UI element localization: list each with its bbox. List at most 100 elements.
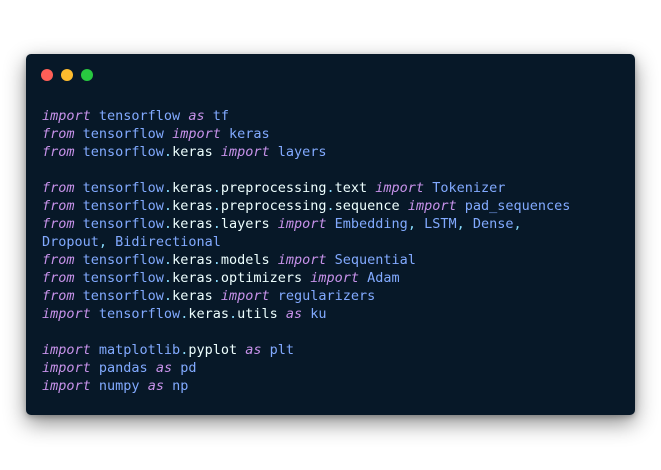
code-token-attribute: utils (237, 306, 286, 322)
code-token-keyword: import (310, 270, 360, 286)
code-token-module: np (163, 378, 189, 394)
code-token-module: Tokenizer (424, 180, 506, 196)
code-token-punctuation: . (163, 198, 173, 214)
code-token-punctuation: . (212, 216, 221, 232)
code-token-punctuation: . (163, 180, 173, 196)
code-token-keyword: from (42, 198, 75, 214)
code-token-keyword: from (42, 270, 75, 286)
code-line: import tensorflow.keras.utils as ku (42, 305, 570, 323)
code-token-module: tf (204, 108, 229, 124)
code-line: from tensorflow.keras.layers import Embe… (42, 215, 570, 233)
code-token-module: tensorflow (74, 252, 164, 268)
code-token-module: tensorflow (74, 270, 164, 286)
code-token-attribute: models (220, 252, 278, 268)
code-token-module: tensorflow (90, 108, 189, 124)
code-token-punctuation: . (163, 252, 173, 268)
code-token-keyword: as (245, 342, 262, 358)
code-line: from tensorflow.keras import regularizer… (42, 287, 570, 305)
code-line: import tensorflow as tf (42, 107, 570, 125)
code-token-punctuation: , (98, 234, 108, 250)
maximize-button[interactable] (81, 69, 93, 81)
code-line: import numpy as np (42, 377, 570, 395)
code-token-punctuation: . (326, 198, 335, 214)
code-token-module: numpy (90, 378, 148, 394)
code-token-punctuation: . (163, 216, 173, 232)
code-token-attribute: keras (172, 288, 221, 304)
code-token-attribute: preprocessing (220, 180, 327, 196)
code-block: import tensorflow as tf from tensorflow i… (42, 107, 570, 395)
code-token-attribute: keras (172, 216, 213, 232)
code-token-punctuation: . (212, 270, 221, 286)
code-token-punctuation: . (212, 180, 221, 196)
code-token-module: LSTM (415, 216, 457, 232)
code-token-attribute: keras (172, 198, 213, 214)
code-token-keyword: from (42, 180, 75, 196)
code-token-module: tensorflow (74, 126, 173, 142)
code-token-module: pd (172, 360, 197, 376)
code-token-keyword: import (42, 108, 91, 124)
code-token-attribute: optimizers (220, 270, 311, 286)
code-token-keyword: from (42, 216, 75, 232)
code-token-keyword: as (147, 378, 164, 394)
code-token-punctuation: , (456, 216, 465, 232)
code-token-keyword: import (42, 342, 91, 358)
code-token-module: Adam (359, 270, 400, 286)
code-token-module: regularizers (269, 288, 376, 304)
code-token-keyword: import (277, 252, 327, 268)
code-token-punctuation: . (163, 288, 173, 304)
code-token-module: tensorflow (74, 198, 164, 214)
code-token-attribute: keras (172, 180, 213, 196)
code-token-keyword: import (42, 360, 91, 376)
code-token-module: tensorflow (74, 144, 164, 160)
code-line: from tensorflow.keras.preprocessing.sequ… (42, 197, 570, 215)
code-token-punctuation: , (513, 216, 522, 232)
code-token-module: matplotlib (90, 342, 181, 358)
code-token-punctuation: . (228, 306, 238, 322)
code-token-module: ku (302, 306, 327, 322)
code-line: from tensorflow.keras.optimizers import … (42, 269, 570, 287)
minimize-button[interactable] (61, 69, 73, 81)
code-token-keyword: as (285, 306, 303, 322)
code-token-module: keras (220, 126, 270, 142)
code-token-punctuation: . (326, 180, 335, 196)
blank-code-line (42, 161, 570, 179)
code-token-attribute: keras (188, 306, 229, 322)
close-button[interactable] (41, 69, 53, 81)
code-token-attribute: keras (172, 144, 221, 160)
code-token-module: pandas (90, 360, 156, 376)
code-token-module: plt (261, 342, 295, 358)
code-token-keyword: from (42, 252, 75, 268)
code-token-keyword: import (172, 126, 221, 142)
code-token-module: Sequential (326, 252, 416, 268)
code-token-keyword: import (220, 288, 270, 304)
code-token-module: Dense (464, 216, 514, 232)
code-token-keyword: from (42, 288, 75, 304)
code-token-keyword: import (220, 144, 270, 160)
code-token-attribute: sequence (334, 198, 408, 214)
code-line: import pandas as pd (42, 359, 570, 377)
code-token-module: Bidirectional (107, 234, 221, 250)
code-token-attribute: keras (172, 270, 213, 286)
code-token-module: Dropout (42, 234, 99, 250)
code-token-punctuation: . (212, 198, 221, 214)
code-token-module: tensorflow (74, 180, 164, 196)
code-token-module: pad_sequences (456, 198, 571, 214)
code-token-keyword: import (375, 180, 425, 196)
blank-code-line (42, 323, 570, 341)
code-token-module: layers (269, 144, 327, 160)
code-token-punctuation: , (407, 216, 416, 232)
code-token-punctuation: . (163, 270, 173, 286)
code-token-keyword: import (42, 378, 91, 394)
code-line: from tensorflow.keras.models import Sequ… (42, 251, 570, 269)
code-token-keyword: from (42, 144, 75, 160)
code-token-module: tensorflow (90, 306, 181, 322)
code-token-punctuation: . (212, 252, 221, 268)
code-line: from tensorflow.keras.preprocessing.text… (42, 179, 570, 197)
code-token-module: Embedding (326, 216, 408, 232)
code-line: Dropout, Bidirectional (42, 233, 570, 251)
code-token-keyword: from (42, 126, 75, 142)
code-token-punctuation: . (163, 144, 173, 160)
code-token-module: tensorflow (74, 288, 164, 304)
code-token-module: tensorflow (74, 216, 164, 232)
window-titlebar (26, 54, 635, 94)
